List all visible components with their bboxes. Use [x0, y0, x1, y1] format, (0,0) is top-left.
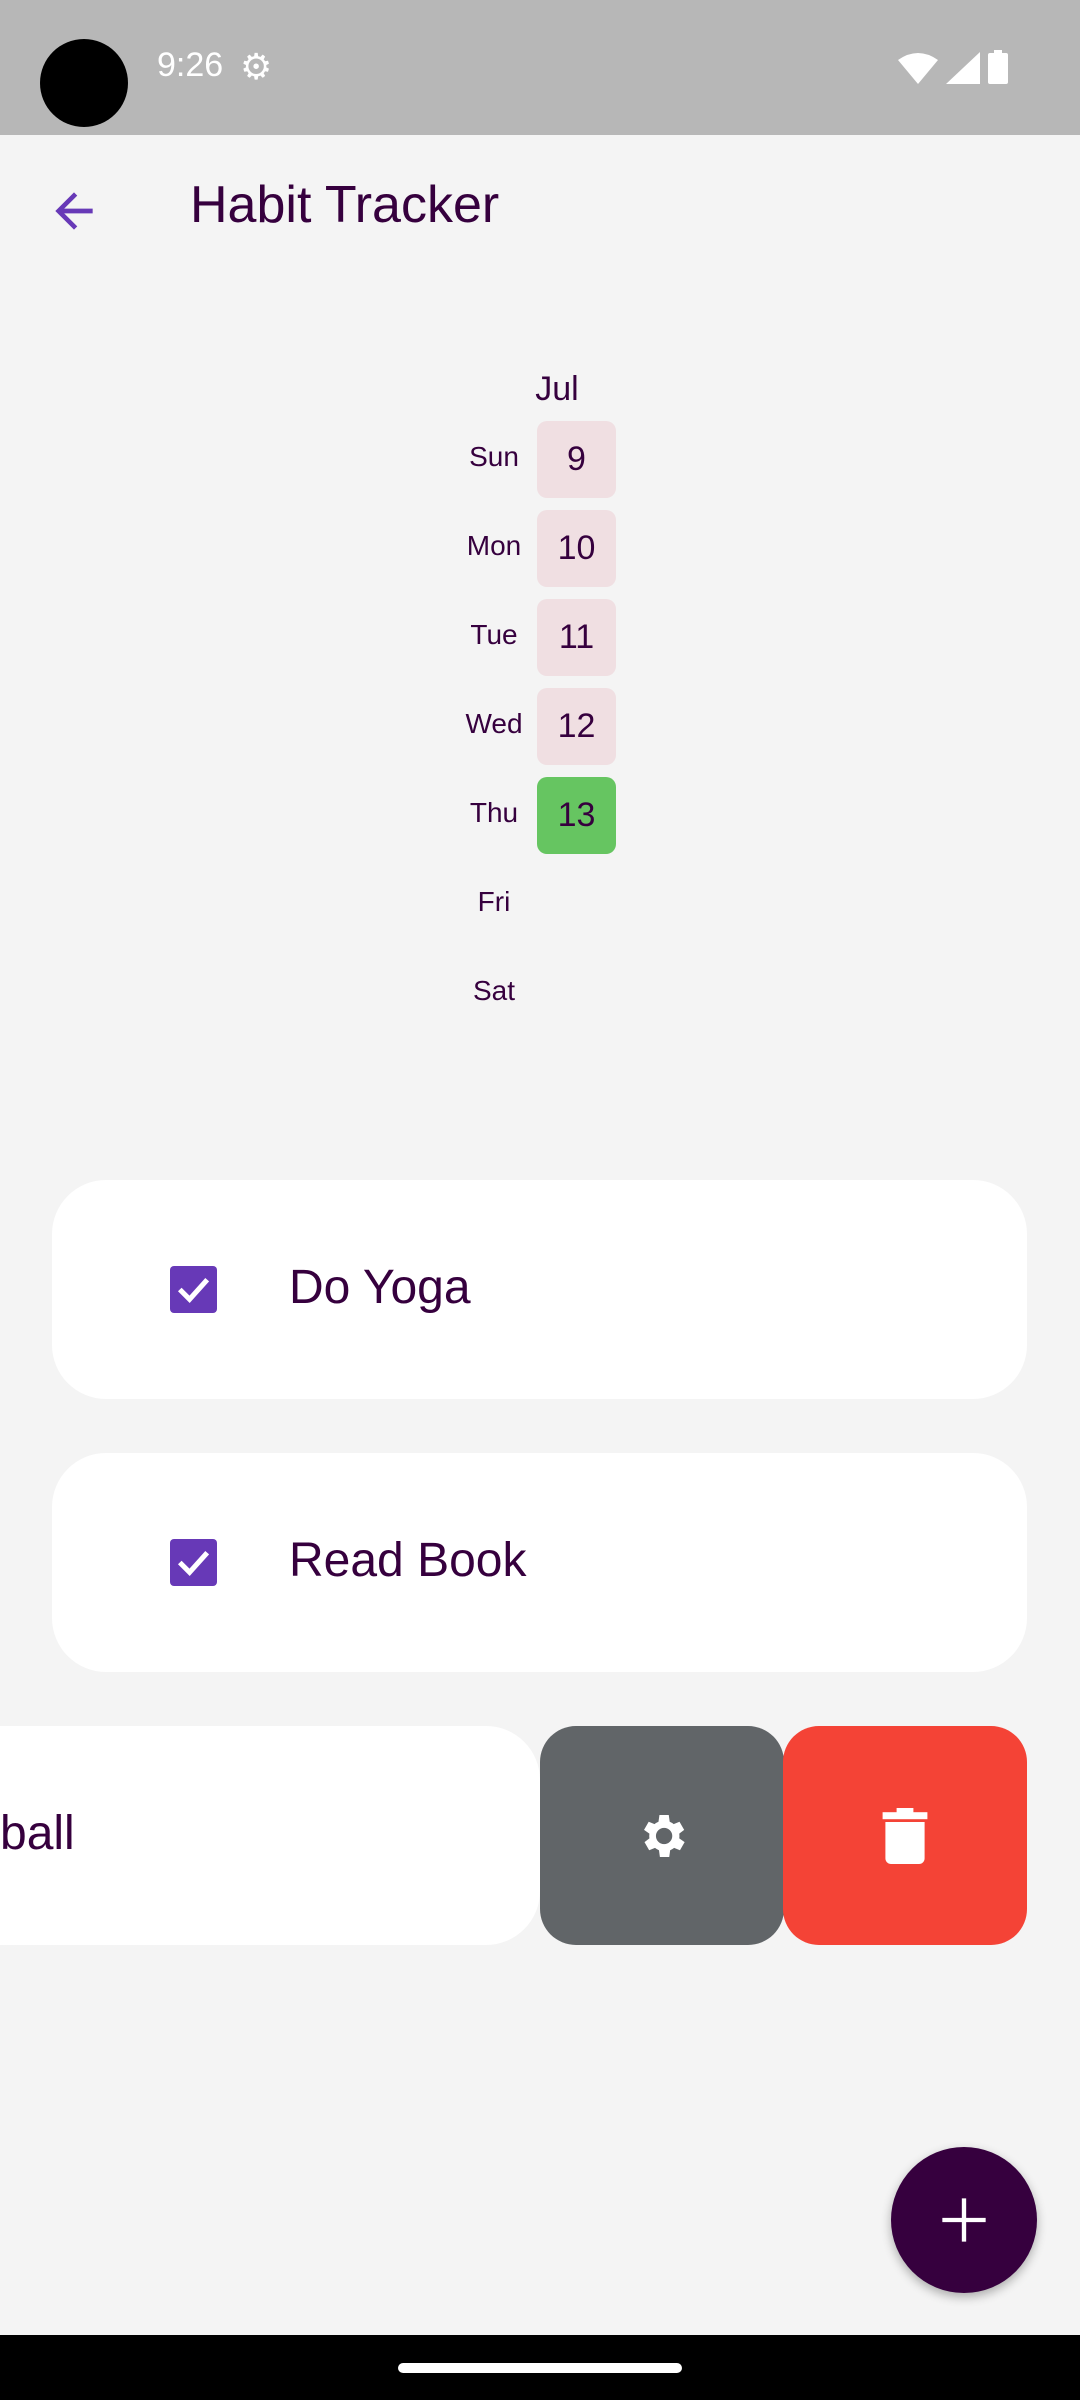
day-label: Mon [466, 530, 522, 561]
habit-name: Do Yoga [289, 1261, 471, 1314]
day-label: Fri [477, 886, 511, 917]
habit-name: Read Book [289, 1534, 527, 1587]
day-label: Tue [470, 619, 518, 650]
habit-delete-button[interactable] [783, 1726, 1027, 1945]
day-cell[interactable]: 13 [537, 777, 616, 854]
status-bar: 9:26 ⚙ [0, 0, 1080, 135]
page-title: Habit Tracker [190, 176, 500, 234]
status-time: 9:26 [157, 46, 224, 84]
wifi-icon [898, 53, 938, 84]
signal-icon [946, 52, 980, 84]
settings-icon: ⚙ [240, 46, 273, 87]
day-cell[interactable]: 12 [537, 688, 616, 765]
arrow-back-icon[interactable] [46, 183, 102, 239]
settings-icon [644, 1814, 685, 1857]
battery-icon [988, 50, 1008, 84]
habit-checkbox[interactable] [170, 1266, 217, 1313]
habit-card[interactable]: Do Yoga [52, 1180, 1027, 1399]
day-label: Sat [472, 975, 516, 1006]
navigation-bar [0, 2335, 1080, 2400]
habit-card[interactable]: Read Book [52, 1453, 1027, 1672]
add-habit-button[interactable] [891, 2147, 1037, 2293]
calendar-month: Jul [535, 370, 579, 408]
day-cell[interactable]: 11 [537, 599, 616, 676]
habit-card-swiped[interactable]: ball [0, 1726, 540, 1945]
day-label: Wed [465, 708, 523, 739]
home-handle[interactable] [398, 2363, 682, 2373]
habit-settings-button[interactable] [540, 1726, 784, 1945]
add-icon [942, 2198, 986, 2242]
delete-icon [882, 1807, 928, 1864]
habit-name: ball [0, 1807, 75, 1860]
day-label: Sun [469, 441, 519, 472]
habit-checkbox[interactable] [170, 1539, 217, 1586]
app-bar: Habit Tracker [0, 135, 1080, 285]
camera-cutout [40, 39, 128, 127]
day-cell[interactable]: 10 [537, 510, 616, 587]
day-label: Thu [469, 797, 519, 828]
day-cell[interactable]: 9 [537, 421, 616, 498]
